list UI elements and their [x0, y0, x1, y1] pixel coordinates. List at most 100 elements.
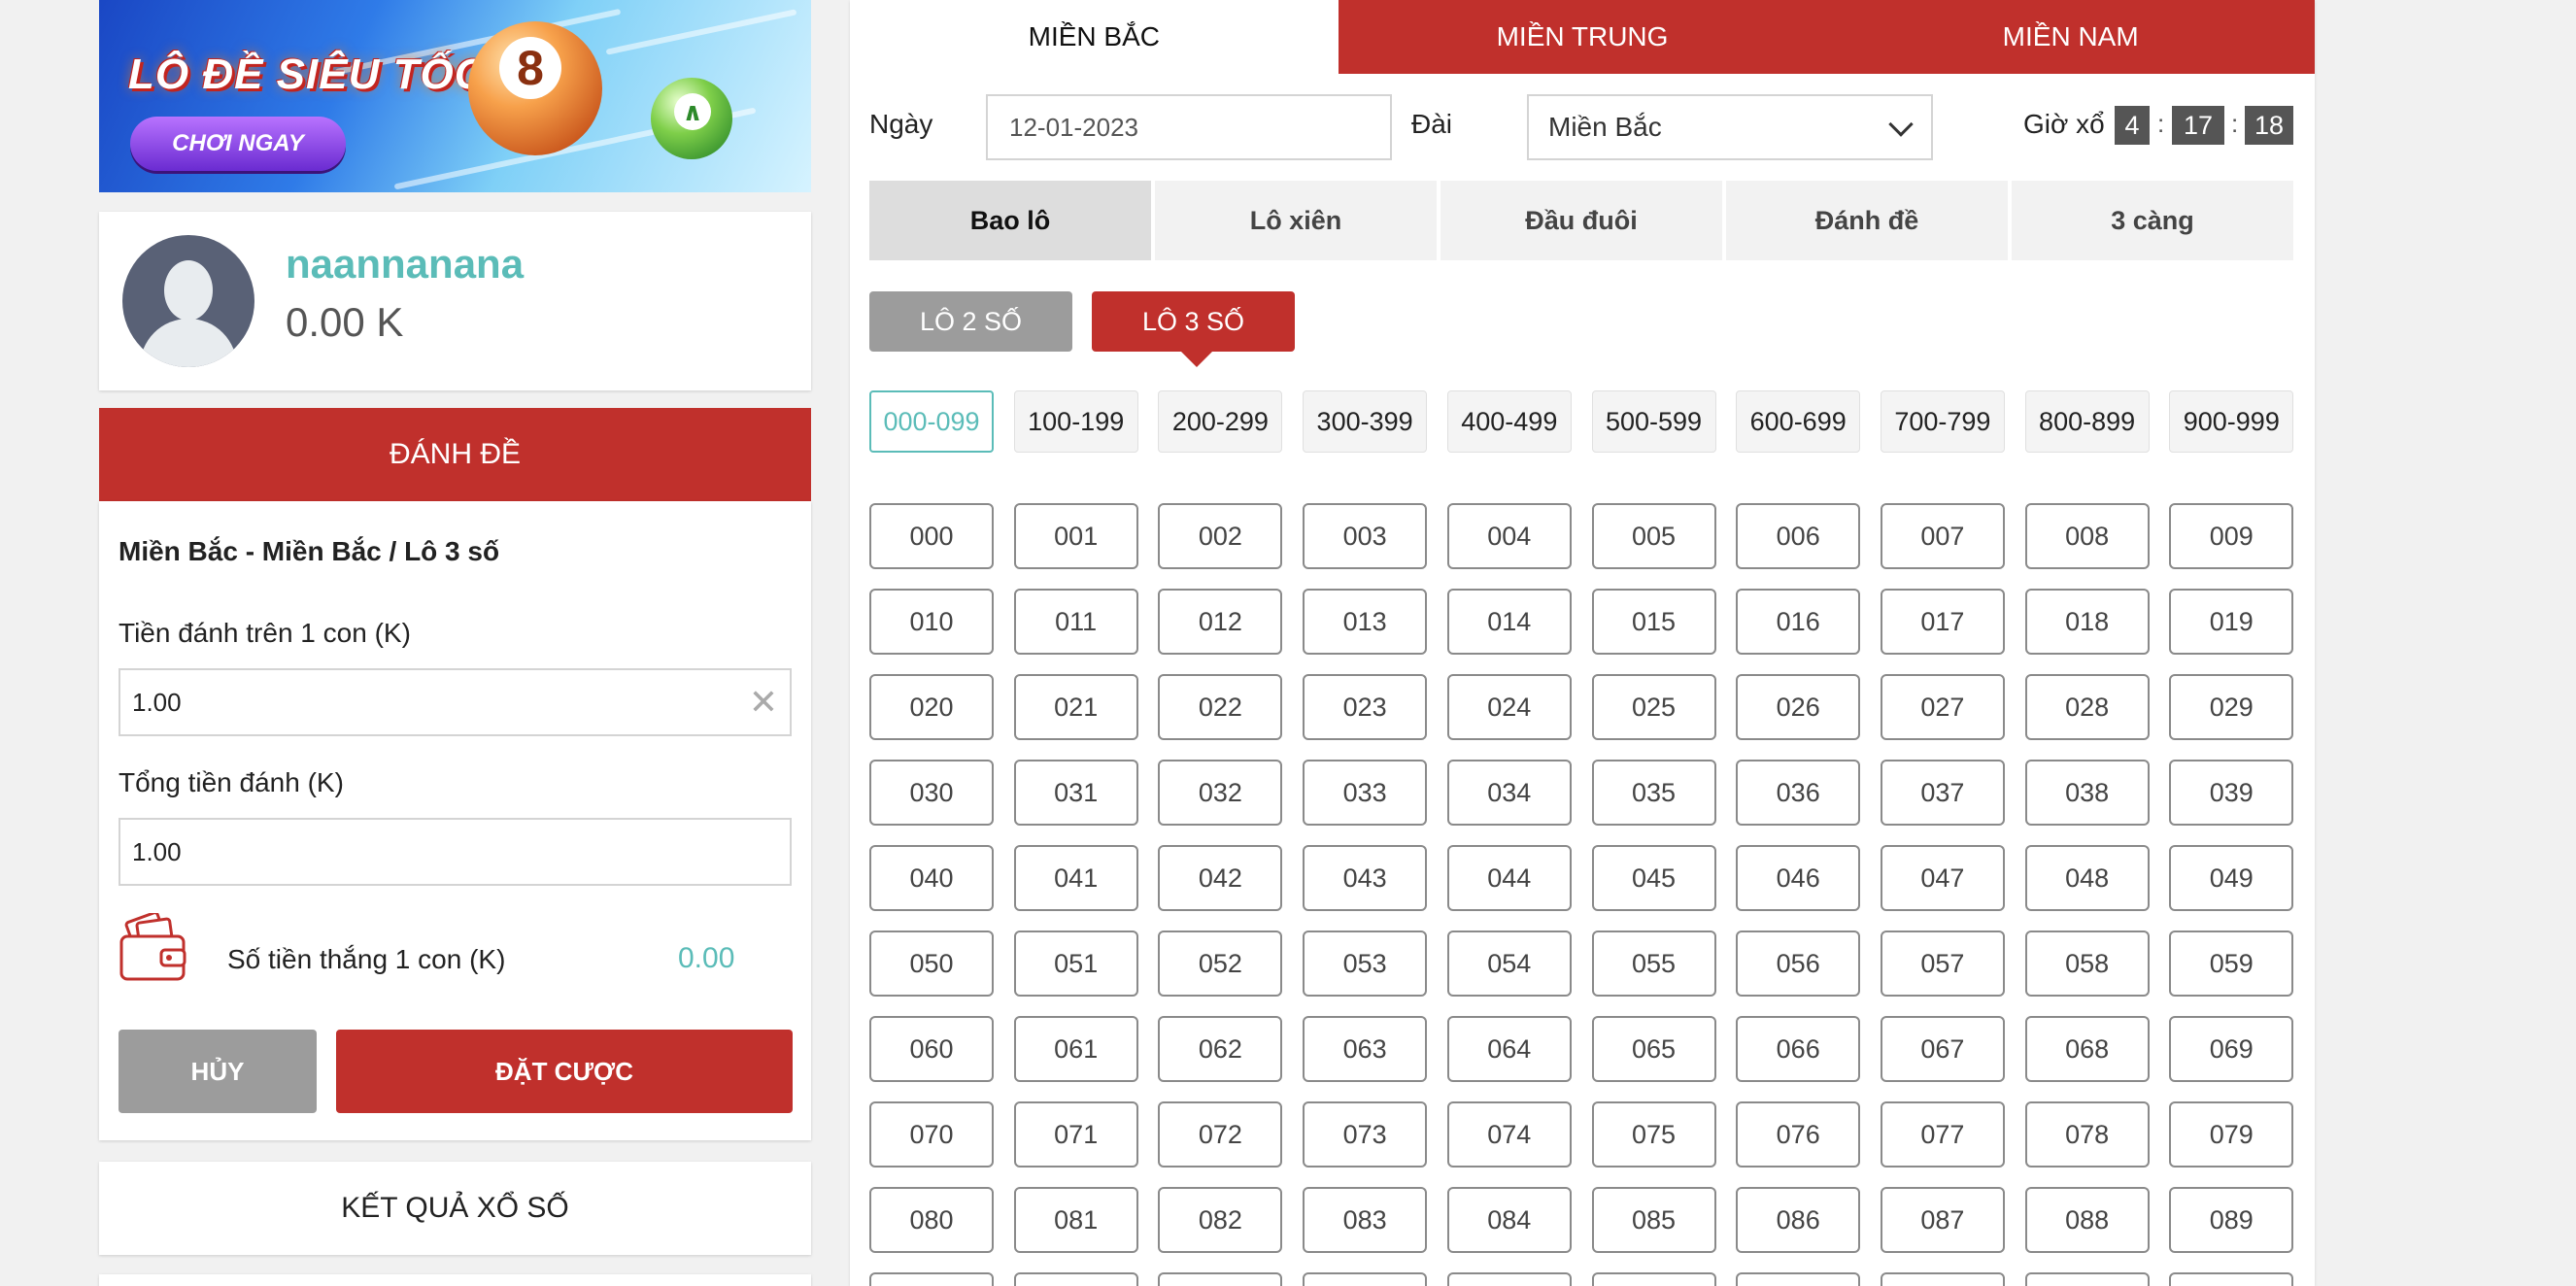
number-cell[interactable]: 094: [1446, 1272, 1572, 1286]
number-cell[interactable]: 051: [1013, 931, 1138, 997]
number-cell[interactable]: 083: [1303, 1187, 1428, 1253]
play-now-button[interactable]: CHƠI NGAY: [130, 117, 346, 171]
range-tab[interactable]: 300-399: [1303, 390, 1428, 453]
number-cell[interactable]: 078: [2024, 1101, 2150, 1168]
number-cell[interactable]: 019: [2169, 589, 2294, 655]
number-cell[interactable]: 000: [869, 503, 994, 569]
cancel-button[interactable]: HỦY: [119, 1030, 317, 1113]
number-cell[interactable]: 079: [2169, 1101, 2294, 1168]
number-cell[interactable]: 037: [1880, 760, 2005, 826]
number-cell[interactable]: 004: [1446, 503, 1572, 569]
number-cell[interactable]: 085: [1591, 1187, 1716, 1253]
number-cell[interactable]: 093: [1303, 1272, 1428, 1286]
number-cell[interactable]: 059: [2169, 931, 2294, 997]
number-cell[interactable]: 028: [2024, 674, 2150, 740]
number-cell[interactable]: 076: [1736, 1101, 1861, 1168]
number-cell[interactable]: 090: [869, 1272, 994, 1286]
date-input[interactable]: 12-01-2023: [986, 94, 1392, 160]
number-cell[interactable]: 058: [2024, 931, 2150, 997]
tab-lo-xien[interactable]: Lô xiên: [1155, 181, 1437, 260]
station-select[interactable]: Miền Bắc: [1527, 94, 1933, 160]
number-cell[interactable]: 061: [1013, 1016, 1138, 1082]
range-tab[interactable]: 500-599: [1591, 390, 1716, 453]
number-cell[interactable]: 021: [1013, 674, 1138, 740]
number-cell[interactable]: 087: [1880, 1187, 2005, 1253]
tab-3-cang[interactable]: 3 càng: [2012, 181, 2293, 260]
number-cell[interactable]: 035: [1591, 760, 1716, 826]
range-tab[interactable]: 100-199: [1013, 390, 1138, 453]
number-cell[interactable]: 002: [1158, 503, 1283, 569]
number-cell[interactable]: 060: [869, 1016, 994, 1082]
number-cell[interactable]: 055: [1591, 931, 1716, 997]
number-cell[interactable]: 008: [2024, 503, 2150, 569]
number-cell[interactable]: 014: [1446, 589, 1572, 655]
number-cell[interactable]: 011: [1013, 589, 1138, 655]
number-cell[interactable]: 053: [1303, 931, 1428, 997]
tab-mien-bac[interactable]: MIỀN BẮC: [850, 0, 1339, 74]
number-cell[interactable]: 066: [1736, 1016, 1861, 1082]
number-cell[interactable]: 073: [1303, 1101, 1428, 1168]
number-cell[interactable]: 097: [1880, 1272, 2005, 1286]
range-tab[interactable]: 200-299: [1158, 390, 1283, 453]
number-cell[interactable]: 072: [1158, 1101, 1283, 1168]
number-cell[interactable]: 044: [1446, 845, 1572, 911]
number-cell[interactable]: 024: [1446, 674, 1572, 740]
tab-dau-duoi[interactable]: Đầu đuôi: [1441, 181, 1722, 260]
number-cell[interactable]: 046: [1736, 845, 1861, 911]
number-cell[interactable]: 048: [2024, 845, 2150, 911]
number-cell[interactable]: 013: [1303, 589, 1428, 655]
number-cell[interactable]: 063: [1303, 1016, 1428, 1082]
number-cell[interactable]: 052: [1158, 931, 1283, 997]
range-tab[interactable]: 000-099: [869, 390, 994, 453]
number-cell[interactable]: 074: [1446, 1101, 1572, 1168]
tab-mien-trung[interactable]: MIỀN TRUNG: [1338, 0, 1827, 74]
number-cell[interactable]: 075: [1591, 1101, 1716, 1168]
number-cell[interactable]: 099: [2169, 1272, 2294, 1286]
number-cell[interactable]: 050: [869, 931, 994, 997]
number-cell[interactable]: 092: [1158, 1272, 1283, 1286]
tab-bao-lo[interactable]: Bao lô: [869, 181, 1151, 260]
number-cell[interactable]: 084: [1446, 1187, 1572, 1253]
number-cell[interactable]: 023: [1303, 674, 1428, 740]
lottery-results-button[interactable]: KẾT QUẢ XỔ SỐ: [99, 1162, 811, 1255]
number-cell[interactable]: 032: [1158, 760, 1283, 826]
number-cell[interactable]: 043: [1303, 845, 1428, 911]
number-cell[interactable]: 045: [1591, 845, 1716, 911]
number-cell[interactable]: 042: [1158, 845, 1283, 911]
number-cell[interactable]: 041: [1013, 845, 1138, 911]
number-cell[interactable]: 049: [2169, 845, 2294, 911]
number-cell[interactable]: 064: [1446, 1016, 1572, 1082]
number-cell[interactable]: 036: [1736, 760, 1861, 826]
range-tab[interactable]: 600-699: [1736, 390, 1861, 453]
clear-icon[interactable]: ✕: [749, 684, 778, 721]
number-cell[interactable]: 020: [869, 674, 994, 740]
number-cell[interactable]: 006: [1736, 503, 1861, 569]
number-cell[interactable]: 016: [1736, 589, 1861, 655]
number-cell[interactable]: 001: [1013, 503, 1138, 569]
number-cell[interactable]: 088: [2024, 1187, 2150, 1253]
number-cell[interactable]: 038: [2024, 760, 2150, 826]
number-cell[interactable]: 025: [1591, 674, 1716, 740]
number-cell[interactable]: 086: [1736, 1187, 1861, 1253]
range-tab[interactable]: 700-799: [1880, 390, 2005, 453]
number-cell[interactable]: 018: [2024, 589, 2150, 655]
number-cell[interactable]: 039: [2169, 760, 2294, 826]
number-cell[interactable]: 010: [869, 589, 994, 655]
number-cell[interactable]: 077: [1880, 1101, 2005, 1168]
number-cell[interactable]: 009: [2169, 503, 2294, 569]
number-cell[interactable]: 040: [869, 845, 994, 911]
number-cell[interactable]: 047: [1880, 845, 2005, 911]
number-cell[interactable]: 081: [1013, 1187, 1138, 1253]
total-input[interactable]: 1.00: [119, 818, 792, 886]
number-cell[interactable]: 034: [1446, 760, 1572, 826]
place-bet-button[interactable]: ĐẶT CƯỢC: [336, 1030, 793, 1113]
range-tab[interactable]: 400-499: [1446, 390, 1572, 453]
number-cell[interactable]: 070: [869, 1101, 994, 1168]
number-cell[interactable]: 080: [869, 1187, 994, 1253]
number-cell[interactable]: 017: [1880, 589, 2005, 655]
number-cell[interactable]: 054: [1446, 931, 1572, 997]
number-cell[interactable]: 027: [1880, 674, 2005, 740]
number-cell[interactable]: 095: [1591, 1272, 1716, 1286]
number-cell[interactable]: 068: [2024, 1016, 2150, 1082]
number-cell[interactable]: 012: [1158, 589, 1283, 655]
